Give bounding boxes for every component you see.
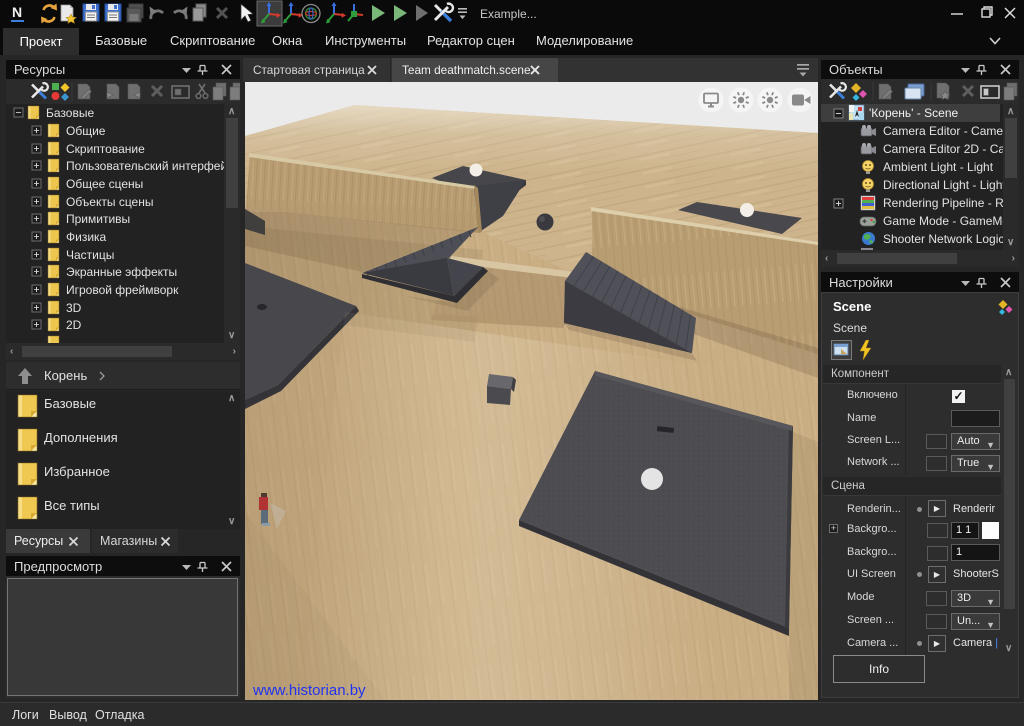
svg-text:N: N [12,4,22,20]
svg-text:www.historian.by: www.historian.by [252,682,366,699]
svg-text:Example...: Example... [480,7,537,21]
